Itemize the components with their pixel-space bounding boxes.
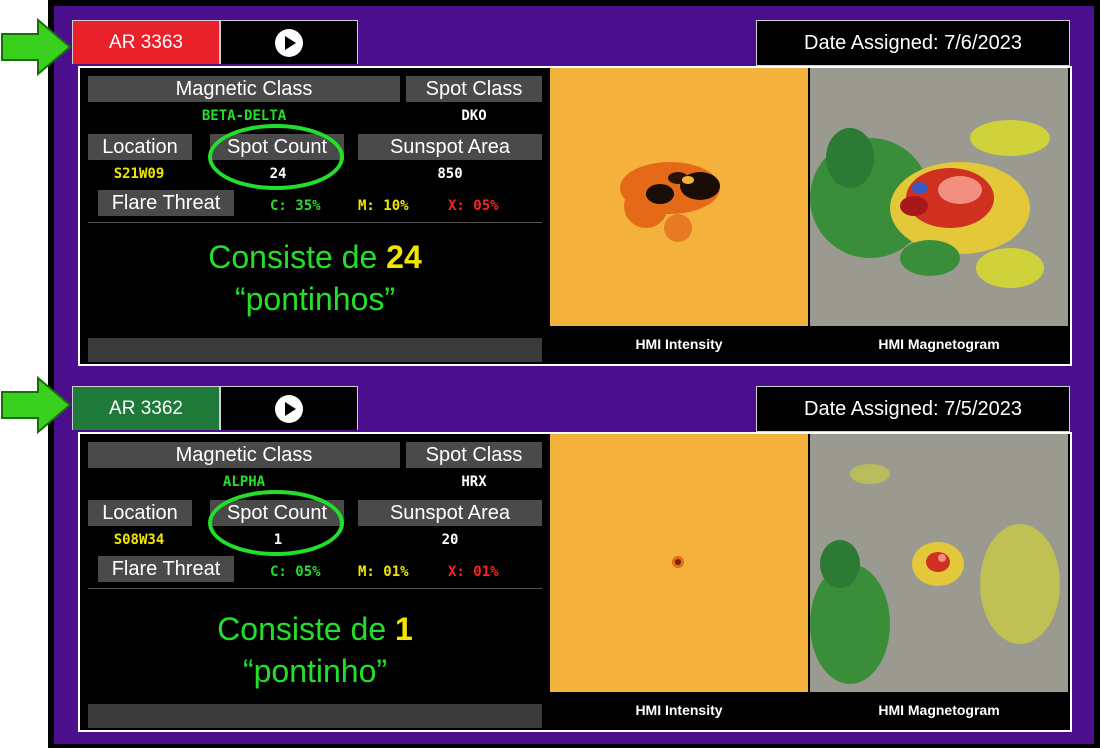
sunspot-area-value: 850 — [437, 166, 463, 182]
flare-m-value: M: 01% — [358, 564, 409, 580]
play-icon — [275, 394, 303, 423]
location-header: Location — [88, 500, 192, 526]
spot-count-annotation: Consiste de 1 “pontinho” — [88, 608, 542, 692]
hmi-intensity-image — [550, 68, 808, 326]
sunspot-area-value: 20 — [441, 532, 459, 548]
flare-x-value: X: 05% — [448, 198, 499, 214]
play-icon — [275, 28, 303, 57]
hmi-intensity-image — [550, 434, 808, 692]
location-value: S08W34 — [113, 532, 165, 548]
arrow-icon — [1, 376, 72, 434]
location-header: Location — [88, 134, 192, 160]
region-tab[interactable]: AR 3363 — [72, 20, 220, 64]
flare-threat-header: Flare Threat — [98, 190, 234, 216]
hmi-magnetogram-caption: HMI Magnetogram — [878, 336, 1000, 352]
arrow-icon — [1, 18, 72, 76]
region-label: AR 3363 — [109, 31, 183, 53]
flare-threat-header: Flare Threat — [98, 556, 234, 582]
annotation-prefix: Consiste de — [217, 611, 396, 647]
highlight-ellipse — [208, 490, 344, 556]
date-assigned: Date Assigned: 7/5/2023 — [756, 386, 1070, 432]
hmi-intensity-caption: HMI Intensity — [635, 336, 723, 352]
region-label: AR 3362 — [109, 397, 183, 419]
spot-class-header: Spot Class — [406, 76, 542, 102]
hmi-intensity-caption: HMI Intensity — [635, 702, 723, 718]
sunspot-area-header: Sunspot Area — [358, 134, 542, 160]
spot-count-annotation: Consiste de 24 “pontinhos” — [88, 236, 542, 320]
region-card: Magnetic Class Spot Class ALPHA HRX Loca… — [78, 432, 1072, 732]
spot-class-header: Spot Class — [406, 442, 542, 468]
annotation-word: “pontinho” — [242, 653, 388, 689]
info-footer — [88, 704, 542, 728]
flare-m-value: M: 10% — [358, 198, 409, 214]
hmi-magnetogram-image — [810, 68, 1068, 326]
region-info: Magnetic Class Spot Class ALPHA HRX Loca… — [80, 434, 550, 730]
region-info: Magnetic Class Spot Class BETA-DELTA DKO… — [80, 68, 550, 364]
annotation-word: “pontinhos” — [234, 281, 396, 317]
region-tab[interactable]: AR 3362 — [72, 386, 220, 430]
hmi-magnetogram-caption: HMI Magnetogram — [878, 702, 1000, 718]
annotation-number: 24 — [386, 239, 422, 275]
play-button[interactable] — [220, 20, 358, 64]
sunspot-area-header: Sunspot Area — [358, 500, 542, 526]
annotation-prefix: Consiste de — [208, 239, 387, 275]
play-button[interactable] — [220, 386, 358, 430]
flare-x-value: X: 01% — [448, 564, 499, 580]
magnetic-class-header: Magnetic Class — [88, 76, 400, 102]
spot-class-value: DKO — [461, 108, 487, 124]
flare-c-value: C: 35% — [270, 198, 321, 214]
hmi-magnetogram-image — [810, 434, 1068, 692]
flare-c-value: C: 05% — [270, 564, 321, 580]
location-value: S21W09 — [113, 166, 165, 182]
info-footer — [88, 338, 542, 362]
region-card: Magnetic Class Spot Class BETA-DELTA DKO… — [78, 66, 1072, 366]
spot-class-value: HRX — [461, 474, 487, 490]
magnetic-class-value: BETA-DELTA — [201, 108, 287, 124]
magnetic-class-header: Magnetic Class — [88, 442, 400, 468]
magnetic-class-value: ALPHA — [222, 474, 266, 490]
highlight-ellipse — [208, 124, 344, 190]
annotation-number: 1 — [395, 611, 413, 647]
date-assigned: Date Assigned: 7/6/2023 — [756, 20, 1070, 66]
